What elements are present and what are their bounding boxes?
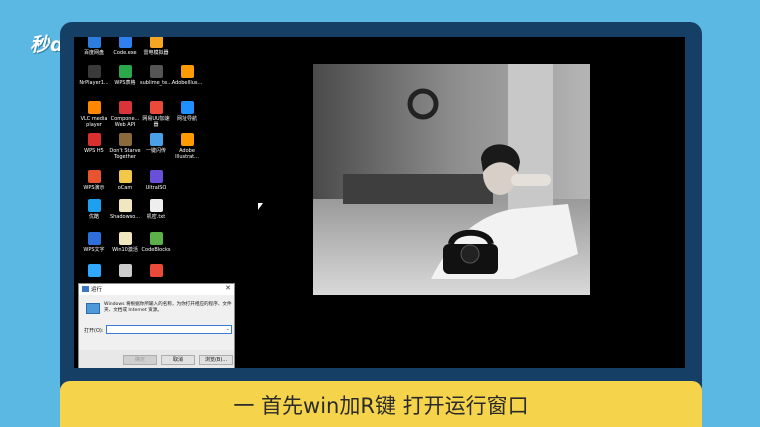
ok-button[interactable]: 确定 [123,355,157,365]
wps-writer-icon [87,232,101,245]
desktop-icon[interactable]: AdobeIllus... [169,65,205,86]
open-input[interactable] [107,334,217,342]
app2-icon [149,264,163,277]
run-button-row: 确定 取消 浏览(B)... [79,350,234,368]
ldplayer-icon [149,37,163,48]
run-titlebar: 运行 ✕ [79,284,234,295]
ps-icon [87,264,101,277]
run-app-icon [86,303,100,314]
desktop-icon-label: 网址导航 [176,116,197,122]
open-combobox[interactable]: ⌄ [106,325,232,342]
component-icon [118,101,132,114]
desktop-icon[interactable]: 雷电模拟器 [138,37,174,56]
file-icon [118,199,132,212]
run-dialog: 运行 ✕ Windows 将根据你所输入的名称，为你打开相应的程序、文件夹、文档… [78,283,235,368]
desktop-icon-label: 雷电模拟器 [143,50,169,56]
close-icon[interactable]: ✕ [225,284,231,292]
illustrator2-icon [180,133,194,146]
codeblocks-icon [149,232,163,245]
youku-icon [87,199,101,212]
subtitle: 一 首先win加R键 打开运行窗口 [233,394,529,418]
chevron-down-icon[interactable]: ⌄ [226,326,230,332]
open-label: 打开(O): [84,328,104,334]
player-icon [87,65,101,78]
desktop-icon[interactable]: UltraISO [138,170,174,191]
desktop-icon[interactable]: 网址导航 [169,101,205,122]
desktop-icon-label: 机密.txt [146,214,166,220]
vscode-icon [118,37,132,48]
cancel-button[interactable]: 取消 [161,355,195,365]
dst-icon [118,133,132,146]
desktop-icon-label: Adobe Illustrat... [175,148,199,160]
ie-icon [180,101,194,114]
desktop-screen: 百度网盘 Code.exe 雷电模拟器 NrPlayer1... WPS表格 sublim… [74,37,685,368]
flash-transfer-icon [149,133,163,146]
desktop-icon[interactable]: CodeBlocks [138,232,174,253]
wallpaper-photo [313,64,590,295]
ultraiso-icon [149,170,163,183]
desktop-icon-label: AdobeIllus... [171,80,203,86]
desktop-icon[interactable]: 机密.txt [138,199,174,220]
sublime-icon [149,65,163,78]
wps-sheet-icon [118,65,132,78]
desktop-icon[interactable]: Adobe Illustrat... [169,133,205,160]
mouse-cursor-icon [258,203,263,210]
app-icon [118,264,132,277]
desktop-icon-label: CodeBlocks [141,247,171,253]
ocam-icon [118,170,132,183]
run-description: Windows 将根据你所输入的名称，为你打开相应的程序、文件夹、文档或 Int… [104,302,232,313]
wps-slides-icon [87,170,101,183]
desktop-icon-label: UltraISO [145,185,167,191]
illustrator-icon [180,65,194,78]
uu-icon [149,101,163,114]
run-title-icon [82,286,89,292]
txt-icon [149,199,163,212]
wps-h5-icon [87,133,101,146]
desktop-icon[interactable] [138,264,174,279]
vlc-icon [87,101,101,114]
browse-button[interactable]: 浏览(B)... [199,355,233,365]
run-title: 运行 [91,287,103,293]
file2-icon [118,232,132,245]
baidu-netdisk-icon [87,37,101,48]
